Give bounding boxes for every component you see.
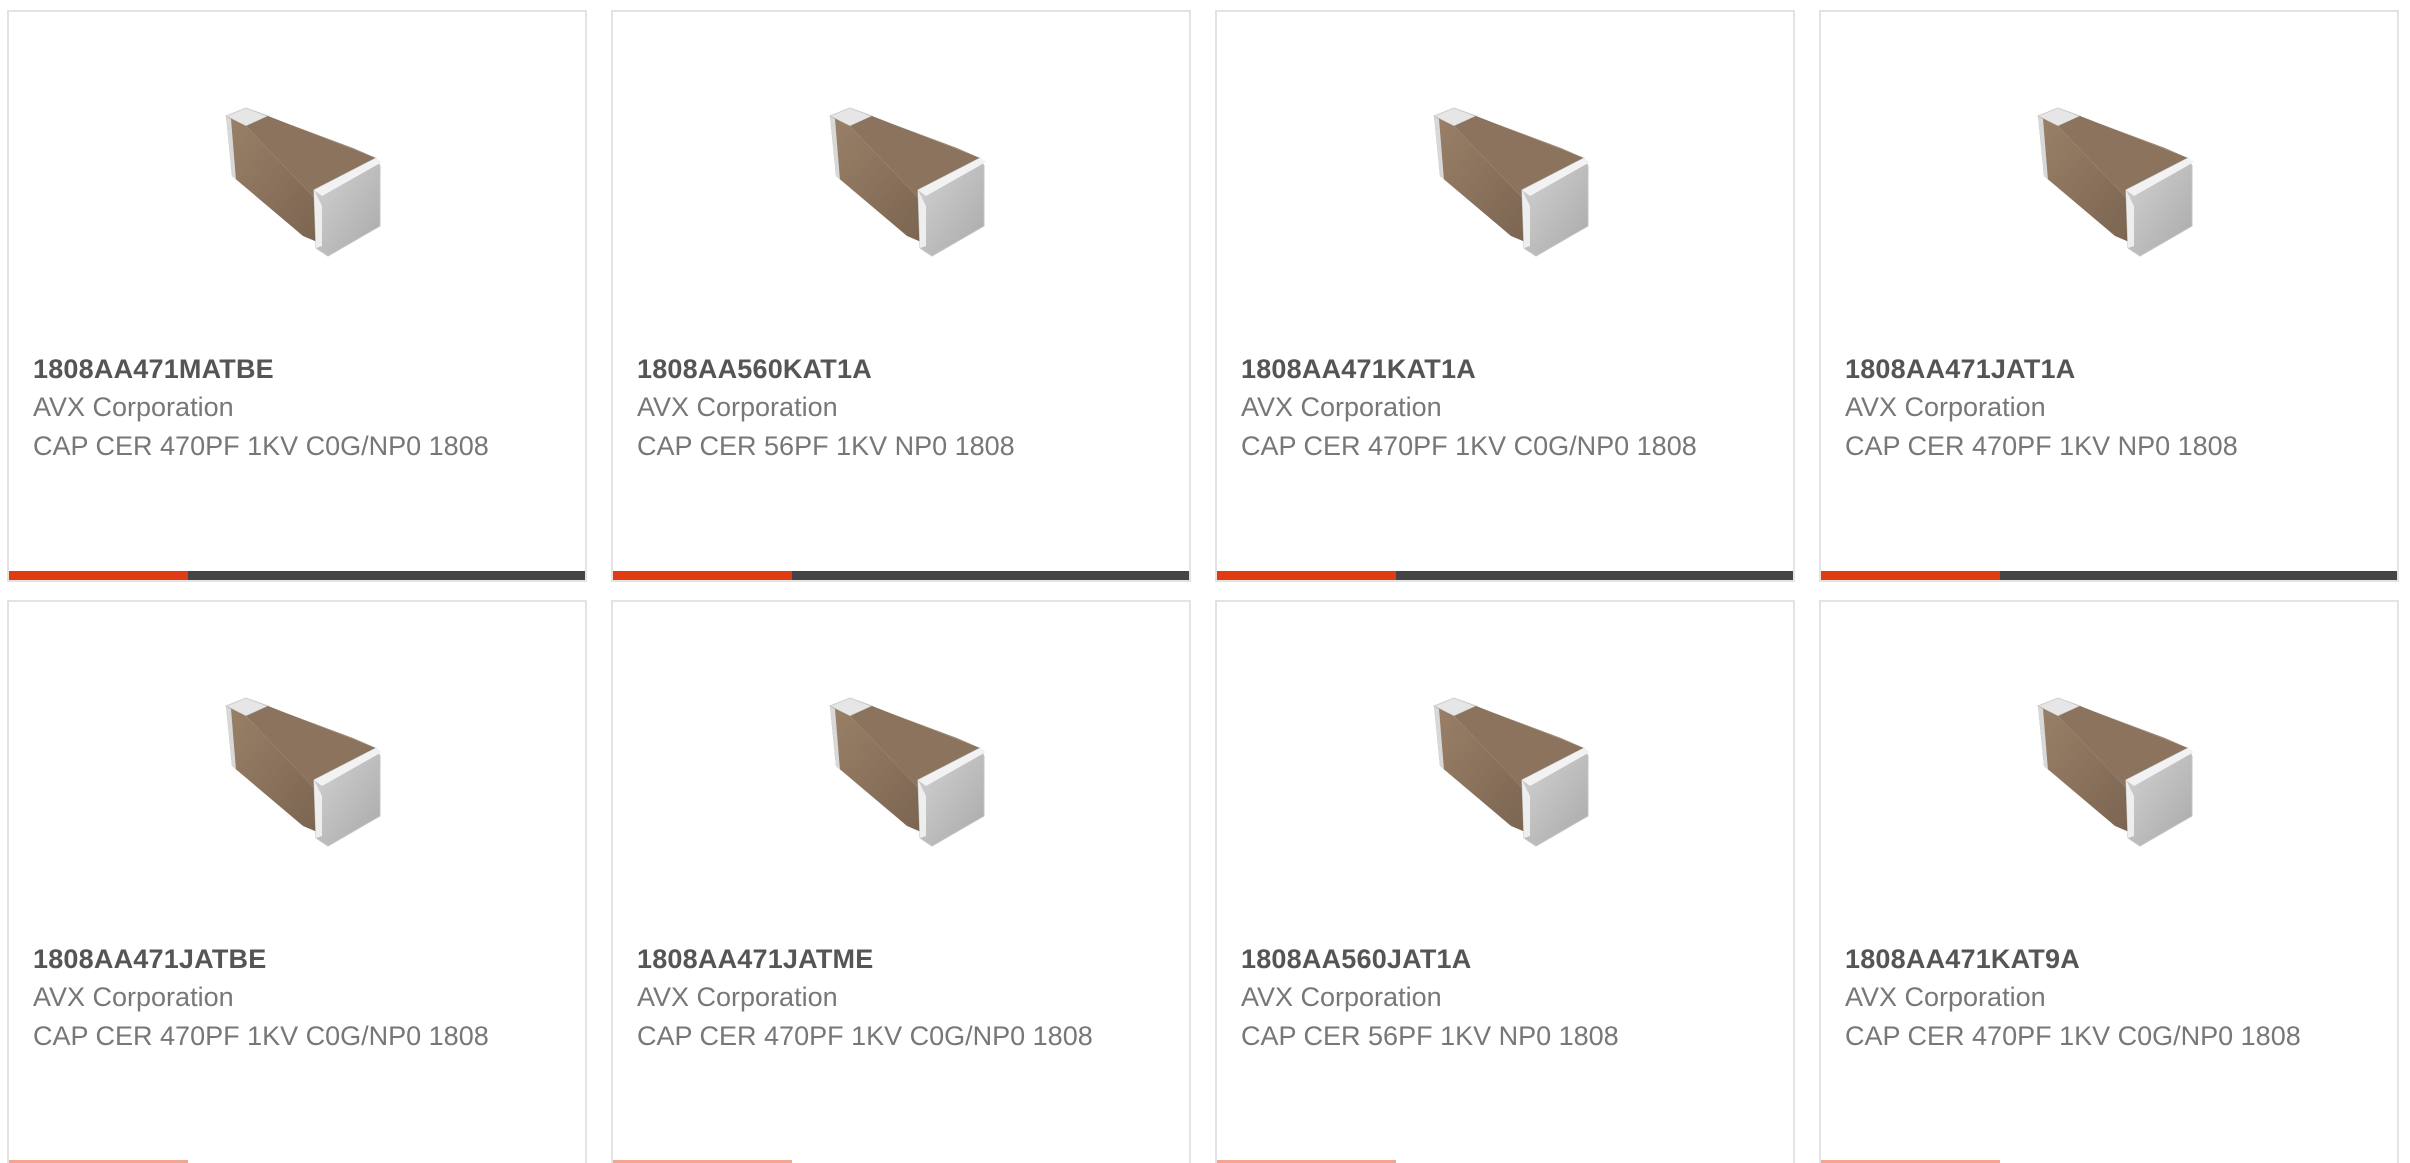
description: CAP CER 470PF 1KV C0G/NP0 1808 xyxy=(1845,1021,2301,1051)
product-card[interactable]: 1808AA471JATBE AVX Corporation CAP CER 4… xyxy=(7,600,587,1163)
manufacturer: AVX Corporation xyxy=(1845,392,2046,422)
part-number: 1808AA471JAT1A xyxy=(1845,354,2076,384)
capacitor-chip-image xyxy=(802,86,1002,286)
description: CAP CER 56PF 1KV NP0 1808 xyxy=(1241,1021,1619,1051)
description: CAP CER 56PF 1KV NP0 1808 xyxy=(637,431,1015,461)
manufacturer: AVX Corporation xyxy=(33,982,234,1012)
part-number: 1808AA471KAT9A xyxy=(1845,944,2080,974)
part-number: 1808AA471KAT1A xyxy=(1241,354,1476,384)
description: CAP CER 470PF 1KV C0G/NP0 1808 xyxy=(33,1021,489,1051)
product-card[interactable]: 1808AA471JATME AVX Corporation CAP CER 4… xyxy=(611,600,1191,1163)
progress-bar-fill xyxy=(1217,571,1396,580)
capacitor-chip-image xyxy=(198,86,398,286)
capacitor-chip-image xyxy=(2010,86,2210,286)
product-card[interactable]: 1808AA560KAT1A AVX Corporation CAP CER 5… xyxy=(611,10,1191,582)
part-number: 1808AA471JATME xyxy=(637,944,874,974)
capacitor-chip-image xyxy=(2010,676,2210,876)
manufacturer: AVX Corporation xyxy=(637,982,838,1012)
product-card[interactable]: 1808AA471JAT1A AVX Corporation CAP CER 4… xyxy=(1819,10,2399,582)
description: CAP CER 470PF 1KV C0G/NP0 1808 xyxy=(637,1021,1093,1051)
product-grid: 1808AA471MATBE AVX Corporation CAP CER 4… xyxy=(0,0,2410,1163)
capacitor-chip-image xyxy=(198,676,398,876)
progress-bar xyxy=(1217,571,1793,580)
progress-bar xyxy=(1821,571,2397,580)
product-card[interactable]: 1808AA471KAT9A AVX Corporation CAP CER 4… xyxy=(1819,600,2399,1163)
capacitor-chip-image xyxy=(1406,86,1606,286)
part-number: 1808AA560JAT1A xyxy=(1241,944,1472,974)
description: CAP CER 470PF 1KV C0G/NP0 1808 xyxy=(1241,431,1697,461)
capacitor-chip-image xyxy=(1406,676,1606,876)
progress-bar-fill xyxy=(1821,571,2000,580)
product-card[interactable]: 1808AA471MATBE AVX Corporation CAP CER 4… xyxy=(7,10,587,582)
part-number: 1808AA471JATBE xyxy=(33,944,267,974)
progress-bar xyxy=(9,571,585,580)
progress-bar-fill xyxy=(613,571,792,580)
capacitor-chip-image xyxy=(802,676,1002,876)
manufacturer: AVX Corporation xyxy=(637,392,838,422)
manufacturer: AVX Corporation xyxy=(1241,392,1442,422)
part-number: 1808AA560KAT1A xyxy=(637,354,872,384)
description: CAP CER 470PF 1KV C0G/NP0 1808 xyxy=(33,431,489,461)
product-card[interactable]: 1808AA471KAT1A AVX Corporation CAP CER 4… xyxy=(1215,10,1795,582)
manufacturer: AVX Corporation xyxy=(1241,982,1442,1012)
manufacturer: AVX Corporation xyxy=(33,392,234,422)
manufacturer: AVX Corporation xyxy=(1845,982,2046,1012)
description: CAP CER 470PF 1KV NP0 1808 xyxy=(1845,431,2238,461)
progress-bar xyxy=(613,571,1189,580)
part-number: 1808AA471MATBE xyxy=(33,354,274,384)
progress-bar-fill xyxy=(9,571,188,580)
product-card[interactable]: 1808AA560JAT1A AVX Corporation CAP CER 5… xyxy=(1215,600,1795,1163)
